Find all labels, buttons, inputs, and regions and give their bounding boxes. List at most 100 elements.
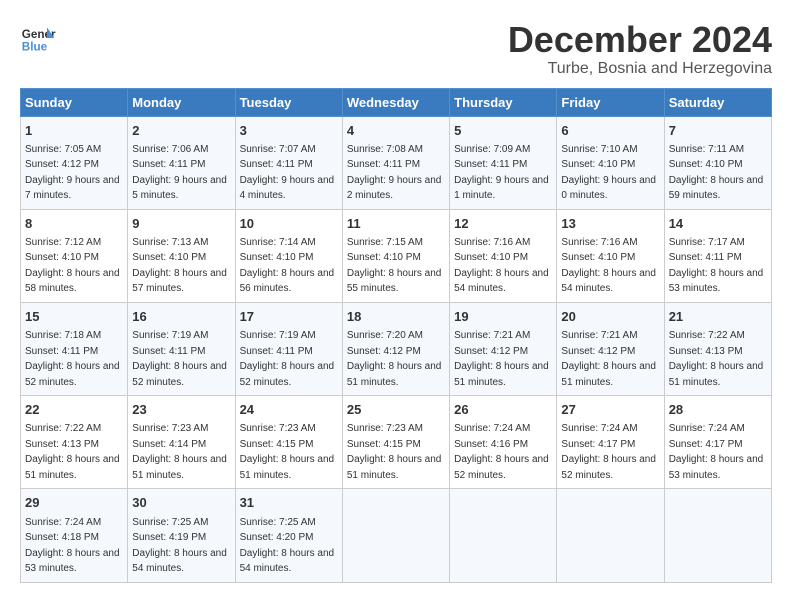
page-header: General Blue December 2024 Turbe, Bosnia…: [20, 20, 772, 78]
day-info: Sunrise: 7:12 AMSunset: 4:10 PMDaylight:…: [25, 237, 120, 295]
week-row-1: 1 Sunrise: 7:05 AMSunset: 4:12 PMDaylight…: [21, 116, 772, 209]
day-info: Sunrise: 7:13 AMSunset: 4:10 PMDaylight:…: [132, 237, 227, 295]
day-number: 2: [132, 122, 230, 140]
day-number: 1: [25, 122, 123, 140]
day-cell-17: 17 Sunrise: 7:19 AMSunset: 4:11 PMDayligh…: [235, 302, 342, 395]
day-cell-31: 31Sunrise: 7:25 AMSunset: 4:20 PMDayligh…: [235, 489, 342, 582]
day-info: Sunrise: 7:11 AMSunset: 4:10 PMDaylight:…: [669, 144, 764, 202]
day-cell-23: 23 Sunrise: 7:23 AMSunset: 4:14 PMDayligh…: [128, 396, 235, 489]
day-cell-30: 30 Sunrise: 7:25 AMSunset: 4:19 PMDayligh…: [128, 489, 235, 582]
day-number: 28: [669, 401, 767, 419]
day-cell-8: 8 Sunrise: 7:12 AMSunset: 4:10 PMDaylight…: [21, 209, 128, 302]
day-info: Sunrise: 7:05 AMSunset: 4:12 PMDaylight:…: [25, 144, 120, 202]
week-row-2: 8 Sunrise: 7:12 AMSunset: 4:10 PMDaylight…: [21, 209, 772, 302]
day-info: Sunrise: 7:21 AMSunset: 4:12 PMDaylight:…: [454, 330, 549, 388]
day-cell-29: 29Sunrise: 7:24 AMSunset: 4:18 PMDayligh…: [21, 489, 128, 582]
logo: General Blue: [20, 20, 56, 56]
day-cell-28: 28 Sunrise: 7:24 AMSunset: 4:17 PMDayligh…: [664, 396, 771, 489]
day-cell-16: 16 Sunrise: 7:19 AMSunset: 4:11 PMDayligh…: [128, 302, 235, 395]
day-info: Sunrise: 7:24 AMSunset: 4:17 PMDaylight:…: [669, 423, 764, 481]
empty-cell: [664, 489, 771, 582]
day-number: 5: [454, 122, 552, 140]
day-info: Sunrise: 7:23 AMSunset: 4:15 PMDaylight:…: [347, 423, 442, 481]
day-number: 4: [347, 122, 445, 140]
day-info: Sunrise: 7:16 AMSunset: 4:10 PMDaylight:…: [561, 237, 656, 295]
day-info: Sunrise: 7:15 AMSunset: 4:10 PMDaylight:…: [347, 237, 442, 295]
day-info: Sunrise: 7:19 AMSunset: 4:11 PMDaylight:…: [132, 330, 227, 388]
weekday-header-friday: Friday: [557, 88, 664, 116]
day-cell-3: 3 Sunrise: 7:07 AMSunset: 4:11 PMDaylight…: [235, 116, 342, 209]
weekday-header-row: SundayMondayTuesdayWednesdayThursdayFrid…: [21, 88, 772, 116]
day-number: 12: [454, 215, 552, 233]
day-cell-14: 14 Sunrise: 7:17 AMSunset: 4:11 PMDayligh…: [664, 209, 771, 302]
day-info: Sunrise: 7:07 AMSunset: 4:11 PMDaylight:…: [240, 144, 335, 202]
day-cell-11: 11 Sunrise: 7:15 AMSunset: 4:10 PMDayligh…: [342, 209, 449, 302]
day-number: 15: [25, 308, 123, 326]
day-number: 29: [25, 494, 123, 512]
day-info: Sunrise: 7:19 AMSunset: 4:11 PMDaylight:…: [240, 330, 335, 388]
day-info: Sunrise: 7:25 AMSunset: 4:19 PMDaylight:…: [132, 517, 227, 575]
day-cell-6: 6Sunrise: 7:10 AMSunset: 4:10 PMDaylight…: [557, 116, 664, 209]
day-info: Sunrise: 7:25 AMSunset: 4:20 PMDaylight:…: [240, 517, 335, 575]
day-info: Sunrise: 7:23 AMSunset: 4:14 PMDaylight:…: [132, 423, 227, 481]
empty-cell: [557, 489, 664, 582]
day-cell-21: 21 Sunrise: 7:22 AMSunset: 4:13 PMDayligh…: [664, 302, 771, 395]
day-number: 13: [561, 215, 659, 233]
day-number: 17: [240, 308, 338, 326]
calendar-table: SundayMondayTuesdayWednesdayThursdayFrid…: [20, 88, 772, 583]
day-number: 23: [132, 401, 230, 419]
day-cell-20: 20 Sunrise: 7:21 AMSunset: 4:12 PMDayligh…: [557, 302, 664, 395]
day-cell-4: 4 Sunrise: 7:08 AMSunset: 4:11 PMDaylight…: [342, 116, 449, 209]
day-number: 26: [454, 401, 552, 419]
empty-cell: [450, 489, 557, 582]
week-row-3: 15Sunrise: 7:18 AMSunset: 4:11 PMDayligh…: [21, 302, 772, 395]
day-number: 10: [240, 215, 338, 233]
day-number: 6: [561, 122, 659, 140]
day-number: 11: [347, 215, 445, 233]
day-cell-13: 13 Sunrise: 7:16 AMSunset: 4:10 PMDayligh…: [557, 209, 664, 302]
day-info: Sunrise: 7:24 AMSunset: 4:16 PMDaylight:…: [454, 423, 549, 481]
day-cell-1: 1 Sunrise: 7:05 AMSunset: 4:12 PMDaylight…: [21, 116, 128, 209]
day-cell-9: 9 Sunrise: 7:13 AMSunset: 4:10 PMDaylight…: [128, 209, 235, 302]
day-number: 24: [240, 401, 338, 419]
day-info: Sunrise: 7:17 AMSunset: 4:11 PMDaylight:…: [669, 237, 764, 295]
day-info: Sunrise: 7:06 AMSunset: 4:11 PMDaylight:…: [132, 144, 227, 202]
weekday-header-wednesday: Wednesday: [342, 88, 449, 116]
weekday-header-monday: Monday: [128, 88, 235, 116]
day-cell-5: 5Sunrise: 7:09 AMSunset: 4:11 PMDaylight…: [450, 116, 557, 209]
day-number: 19: [454, 308, 552, 326]
empty-cell: [342, 489, 449, 582]
day-number: 14: [669, 215, 767, 233]
day-cell-26: 26 Sunrise: 7:24 AMSunset: 4:16 PMDayligh…: [450, 396, 557, 489]
weekday-header-tuesday: Tuesday: [235, 88, 342, 116]
day-number: 30: [132, 494, 230, 512]
day-cell-12: 12 Sunrise: 7:16 AMSunset: 4:10 PMDayligh…: [450, 209, 557, 302]
day-info: Sunrise: 7:14 AMSunset: 4:10 PMDaylight:…: [240, 237, 335, 295]
calendar-title: December 2024: [508, 20, 772, 60]
day-number: 27: [561, 401, 659, 419]
day-number: 8: [25, 215, 123, 233]
day-number: 9: [132, 215, 230, 233]
day-cell-18: 18 Sunrise: 7:20 AMSunset: 4:12 PMDayligh…: [342, 302, 449, 395]
day-number: 21: [669, 308, 767, 326]
day-cell-19: 19 Sunrise: 7:21 AMSunset: 4:12 PMDayligh…: [450, 302, 557, 395]
day-number: 18: [347, 308, 445, 326]
day-info: Sunrise: 7:16 AMSunset: 4:10 PMDaylight:…: [454, 237, 549, 295]
day-number: 7: [669, 122, 767, 140]
day-number: 3: [240, 122, 338, 140]
day-number: 20: [561, 308, 659, 326]
day-number: 16: [132, 308, 230, 326]
day-info: Sunrise: 7:20 AMSunset: 4:12 PMDaylight:…: [347, 330, 442, 388]
day-info: Sunrise: 7:22 AMSunset: 4:13 PMDaylight:…: [669, 330, 764, 388]
day-info: Sunrise: 7:22 AMSunset: 4:13 PMDaylight:…: [25, 423, 120, 481]
day-cell-22: 22Sunrise: 7:22 AMSunset: 4:13 PMDayligh…: [21, 396, 128, 489]
weekday-header-thursday: Thursday: [450, 88, 557, 116]
day-cell-10: 10 Sunrise: 7:14 AMSunset: 4:10 PMDayligh…: [235, 209, 342, 302]
day-cell-15: 15Sunrise: 7:18 AMSunset: 4:11 PMDayligh…: [21, 302, 128, 395]
day-info: Sunrise: 7:24 AMSunset: 4:17 PMDaylight:…: [561, 423, 656, 481]
week-row-5: 29Sunrise: 7:24 AMSunset: 4:18 PMDayligh…: [21, 489, 772, 582]
day-number: 25: [347, 401, 445, 419]
day-info: Sunrise: 7:08 AMSunset: 4:11 PMDaylight:…: [347, 144, 442, 202]
weekday-header-saturday: Saturday: [664, 88, 771, 116]
day-info: Sunrise: 7:21 AMSunset: 4:12 PMDaylight:…: [561, 330, 656, 388]
